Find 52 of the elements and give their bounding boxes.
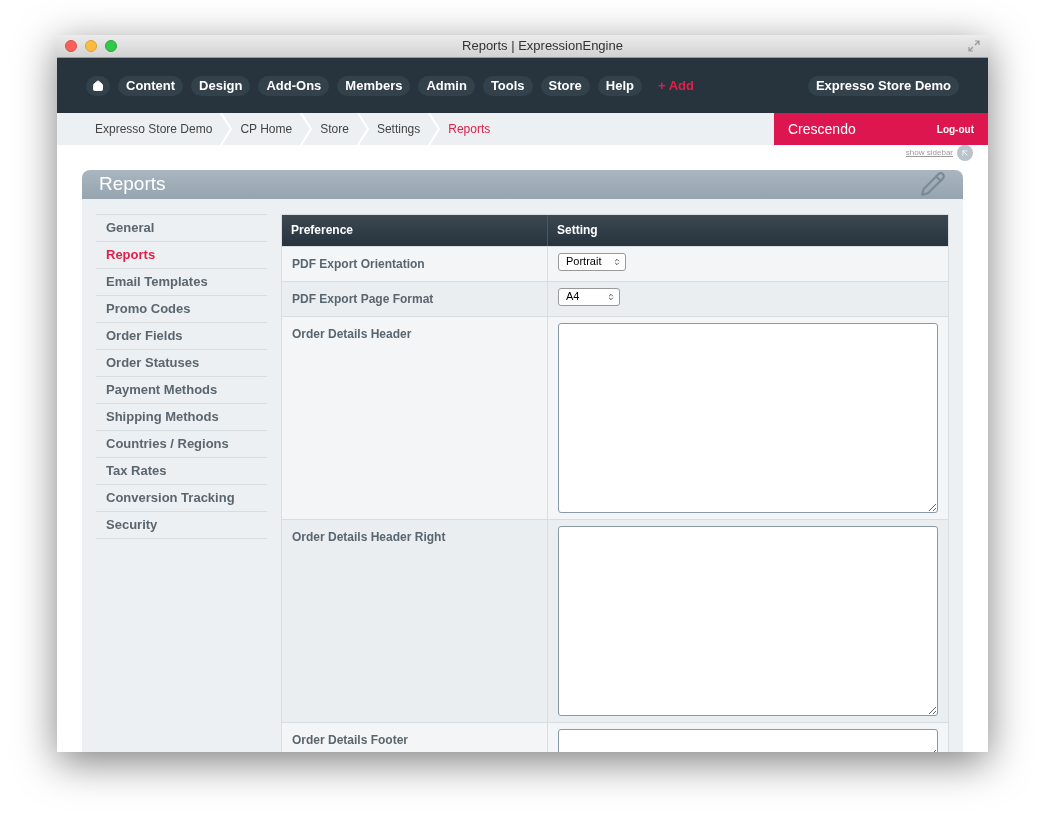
sidebar-item[interactable]: Security: [96, 511, 267, 539]
panel-title: Reports: [99, 172, 166, 196]
site-button[interactable]: Expresso Store Demo: [807, 75, 959, 96]
preference-label: Order Details Header: [292, 326, 412, 341]
sidebar-item[interactable]: Order Statuses: [96, 349, 267, 377]
sidebar-item[interactable]: Countries / Regions: [96, 430, 267, 458]
nav-button[interactable]: Store: [540, 75, 590, 96]
minimize-icon[interactable]: [85, 40, 97, 52]
preference-label: PDF Export Page Format: [292, 291, 434, 306]
sidebar-item[interactable]: Conversion Tracking: [96, 484, 267, 512]
sidebar-item[interactable]: Shipping Methods: [96, 403, 267, 431]
sidebar-item[interactable]: Promo Codes: [96, 295, 267, 323]
breadcrumb-link[interactable]: Reports: [440, 120, 499, 138]
nav-button[interactable]: Content: [118, 75, 184, 96]
home-icon: [92, 79, 104, 92]
preference-label: Order Details Header Right: [292, 529, 446, 544]
show-sidebar-link[interactable]: show sidebar: [905, 146, 953, 159]
preference-label: Order Details Footer: [292, 732, 409, 747]
logout-link[interactable]: Log-out: [936, 121, 974, 137]
nav-button[interactable]: Tools: [482, 75, 533, 96]
nav-button[interactable]: Add-Ons: [258, 75, 330, 96]
breadcrumb-link[interactable]: Settings: [368, 120, 429, 138]
sidebar-item[interactable]: Tax Rates: [96, 457, 267, 485]
nav-button[interactable]: Design: [191, 75, 251, 96]
nav-button[interactable]: Admin: [418, 75, 475, 96]
breadcrumb-link[interactable]: CP Home: [232, 120, 301, 138]
column-header: Setting: [556, 222, 599, 239]
window-title: Reports | ExpressionEngine: [461, 37, 624, 56]
sidebar-item[interactable]: General: [96, 214, 267, 242]
user-name: Crescendo: [788, 119, 856, 139]
preference-label: PDF Export Orientation: [292, 256, 425, 271]
fullscreen-icon[interactable]: [968, 40, 980, 52]
column-header: Preference: [282, 214, 548, 246]
text-area[interactable]: [558, 728, 938, 752]
breadcrumb-link[interactable]: Expresso Store Demo: [87, 120, 221, 138]
sidebar-item[interactable]: Reports: [96, 241, 267, 269]
maximize-icon[interactable]: [105, 40, 117, 52]
breadcrumb-link[interactable]: Store: [312, 120, 357, 138]
dropdown[interactable]: A4: [558, 287, 620, 306]
sidebar-item[interactable]: Email Templates: [96, 268, 267, 296]
nav-button[interactable]: Members: [337, 75, 411, 96]
pencil-icon: [920, 171, 946, 198]
dropdown[interactable]: Portrait: [558, 252, 627, 271]
updown-arrows-icon: [607, 292, 615, 301]
add-link[interactable]: + Add: [650, 75, 702, 96]
text-area[interactable]: [558, 525, 938, 716]
sidebar-item[interactable]: Order Fields: [96, 322, 267, 350]
close-icon[interactable]: [65, 40, 77, 52]
nav-button[interactable]: Help: [597, 75, 642, 96]
updown-arrows-icon: [613, 257, 622, 266]
sidebar-item[interactable]: Payment Methods: [96, 376, 267, 404]
home-button[interactable]: [86, 75, 110, 96]
